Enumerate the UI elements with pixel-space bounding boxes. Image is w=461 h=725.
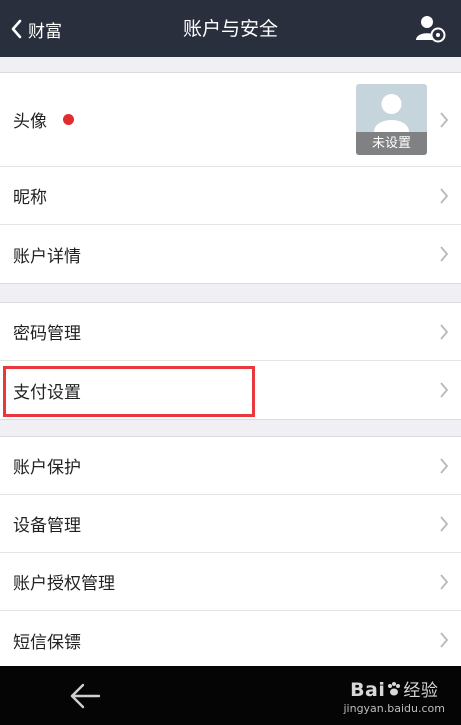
page-title: 账户与安全	[182, 18, 278, 40]
row-account-details[interactable]: 账户详情	[0, 225, 461, 283]
row-nickname[interactable]: 昵称	[0, 167, 461, 225]
baidu-jingyan-watermark: Bai 经验 jingyan.baidu.com	[343, 676, 445, 715]
watermark-logo: Bai 经验	[343, 676, 445, 701]
back-label: 财富	[28, 21, 62, 42]
watermark-url: jingyan.baidu.com	[343, 702, 445, 715]
row-label: 账户授权管理	[13, 574, 115, 594]
row-payment-settings[interactable]: 支付设置	[0, 361, 461, 419]
default-user-icon	[374, 94, 409, 132]
row-label: 短信保镖	[13, 632, 81, 653]
chevron-right-icon	[440, 573, 449, 590]
system-navigation-bar: Bai 经验 jingyan.baidu.com	[0, 666, 461, 725]
chevron-left-icon	[11, 19, 22, 39]
row-authorization-management[interactable]: 账户授权管理	[0, 553, 461, 611]
chevron-right-icon	[440, 515, 449, 532]
chevron-right-icon	[440, 323, 449, 340]
back-button[interactable]: 财富	[10, 14, 62, 44]
chevron-right-icon	[440, 457, 449, 474]
row-label: 密码管理	[13, 324, 81, 344]
profile-group: 头像 未设置 昵称 账户详情	[0, 72, 461, 284]
row-password-management[interactable]: 密码管理	[0, 303, 461, 361]
top-navigation-bar: 财富 账户与安全	[0, 0, 461, 57]
row-label: 支付设置	[13, 382, 81, 403]
user-settings-icon[interactable]	[415, 14, 447, 44]
security-group: 密码管理 支付设置	[0, 302, 461, 420]
row-avatar[interactable]: 头像 未设置	[0, 73, 461, 167]
avatar-placeholder[interactable]: 未设置	[356, 84, 427, 155]
row-label: 设备管理	[13, 516, 81, 536]
row-account-protection[interactable]: 账户保护	[0, 437, 461, 495]
row-label: 昵称	[13, 188, 47, 208]
paw-icon	[388, 682, 401, 696]
watermark-logo-right: 经验	[403, 681, 439, 701]
row-label: 头像	[13, 112, 47, 132]
chevron-right-icon	[440, 187, 449, 204]
row-sms-guard[interactable]: 短信保镖	[0, 611, 461, 669]
notification-dot	[63, 114, 74, 125]
back-arrow-icon[interactable]	[68, 682, 102, 710]
protection-group: 账户保护 设备管理 账户授权管理 短信保镖	[0, 436, 461, 670]
row-label: 账户详情	[13, 246, 81, 267]
chevron-right-icon	[440, 111, 449, 128]
watermark-logo-left: Bai	[350, 679, 386, 701]
chevron-right-icon	[440, 632, 449, 648]
avatar-caption: 未设置	[356, 132, 427, 155]
row-label: 账户保护	[13, 458, 81, 478]
chevron-right-icon	[440, 246, 449, 262]
row-device-management[interactable]: 设备管理	[0, 495, 461, 553]
chevron-right-icon	[440, 382, 449, 398]
